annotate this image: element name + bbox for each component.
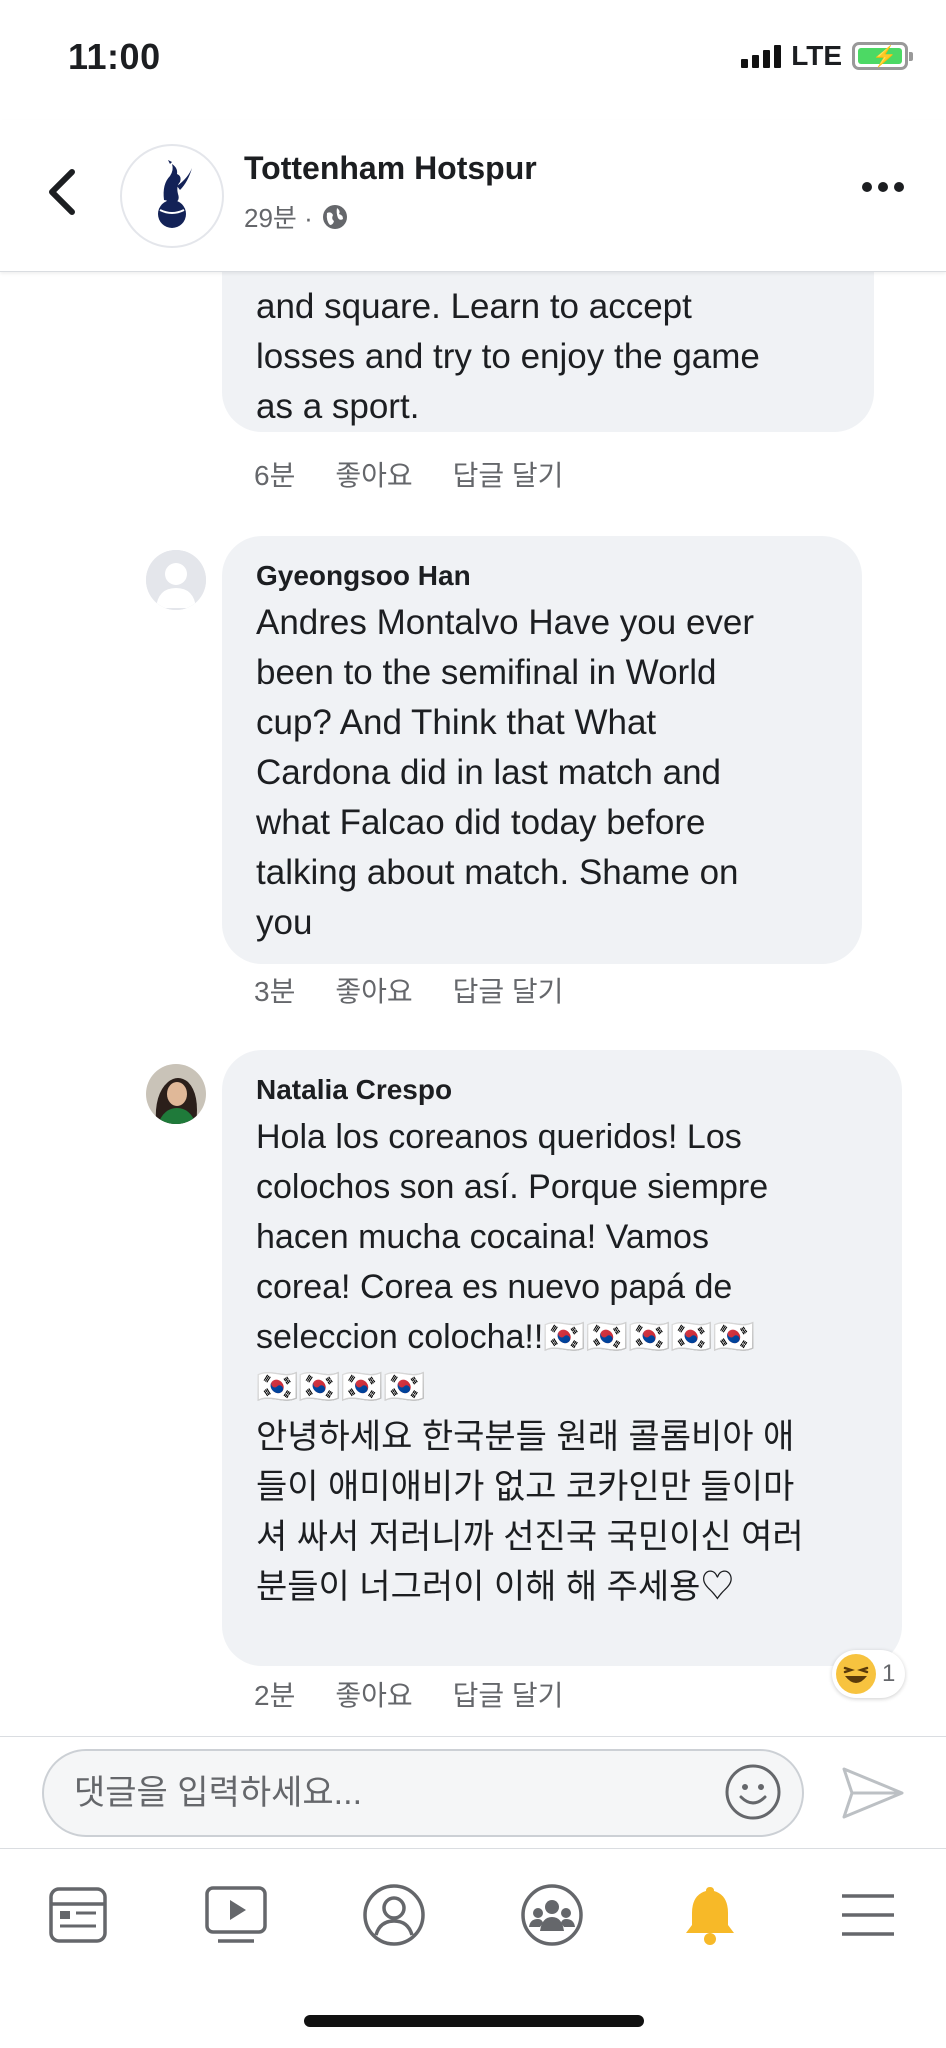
- more-icon: [862, 182, 872, 192]
- news-feed-icon: [49, 1887, 107, 1943]
- reaction-count: 1: [882, 1660, 896, 1687]
- comment-actions: 6분 좋아요 답글 달기: [254, 454, 563, 494]
- comment-composer: [0, 1736, 946, 1848]
- post-meta: 29분 ·: [244, 198, 349, 235]
- comment-time: 3분: [254, 976, 296, 1007]
- comment-actions: 3분 좋아요 답글 달기: [254, 970, 563, 1010]
- nav-groups[interactable]: [512, 1875, 592, 1955]
- comment-text: Andres Montalvo Have you ever been to th…: [256, 603, 755, 942]
- globe-icon: [322, 204, 347, 229]
- comment-time: 6분: [254, 460, 296, 491]
- network-label: LTE: [791, 40, 842, 71]
- comment-time: 2분: [254, 1680, 296, 1711]
- reply-button[interactable]: 답글 달기: [453, 970, 564, 1010]
- cellular-signal-icon: [741, 44, 782, 68]
- menu-icon: [842, 1894, 894, 1936]
- status-indicators: LTE ⚡: [741, 40, 913, 72]
- like-button[interactable]: 좋아요: [335, 970, 412, 1010]
- page-name[interactable]: Tottenham Hotspur: [244, 150, 537, 187]
- comment-author[interactable]: Natalia Crespo: [256, 1072, 868, 1108]
- comment-bubble[interactable]: Natalia Crespo Hola los coreanos querido…: [222, 1050, 902, 1666]
- reply-button[interactable]: 답글 달기: [453, 1674, 564, 1714]
- battery-charging-icon: ⚡: [852, 42, 913, 70]
- comment-input[interactable]: [74, 1765, 694, 1821]
- more-options-button[interactable]: [862, 182, 904, 192]
- groups-icon: [521, 1884, 583, 1946]
- avatar[interactable]: [146, 1064, 206, 1124]
- watch-icon: [205, 1886, 267, 1943]
- nav-watch[interactable]: [196, 1875, 276, 1955]
- nav-notifications[interactable]: [670, 1875, 750, 1955]
- home-indicator[interactable]: [304, 2015, 644, 2027]
- comment-author[interactable]: Gyeongsoo Han: [256, 558, 828, 594]
- post-time: 29분 ·: [244, 203, 313, 233]
- emoji-icon[interactable]: [724, 1763, 782, 1821]
- comment-text: Hola los coreanos queridos! Los colochos…: [256, 1118, 804, 1606]
- comment-text: and square. Learn to accept losses and t…: [256, 287, 760, 426]
- default-avatar-icon: [146, 550, 206, 610]
- haha-icon: [836, 1654, 876, 1694]
- comment-actions: 2분 좋아요 답글 달기: [254, 1674, 563, 1714]
- avatar[interactable]: [146, 550, 206, 610]
- post-header: Tottenham Hotspur 29분 ·: [0, 120, 946, 272]
- user-photo-icon: [146, 1064, 206, 1124]
- status-bar: 11:00 LTE ⚡: [0, 0, 946, 120]
- status-time: 11:00: [68, 36, 161, 77]
- send-icon[interactable]: [838, 1763, 908, 1823]
- page-avatar[interactable]: [120, 144, 224, 248]
- comment-bubble[interactable]: Gyeongsoo Han Andres Montalvo Have you e…: [222, 536, 862, 964]
- back-button[interactable]: [40, 162, 88, 222]
- reaction-summary[interactable]: 1: [832, 1650, 906, 1698]
- comment-input-wrapper[interactable]: [42, 1749, 804, 1837]
- profile-icon: [363, 1884, 425, 1946]
- like-button[interactable]: 좋아요: [335, 1674, 412, 1714]
- like-button[interactable]: 좋아요: [335, 454, 412, 494]
- comment-bubble[interactable]: and square. Learn to accept losses and t…: [222, 272, 874, 432]
- nav-news-feed[interactable]: [38, 1875, 118, 1955]
- back-icon: [49, 169, 75, 215]
- comments-list: and square. Learn to accept losses and t…: [0, 272, 946, 1736]
- notifications-icon: [686, 1887, 734, 1945]
- spurs-logo: [158, 160, 192, 228]
- nav-profile[interactable]: [354, 1875, 434, 1955]
- reply-button[interactable]: 답글 달기: [453, 454, 564, 494]
- bottom-navigation: [0, 1848, 946, 2048]
- nav-menu[interactable]: [828, 1875, 908, 1955]
